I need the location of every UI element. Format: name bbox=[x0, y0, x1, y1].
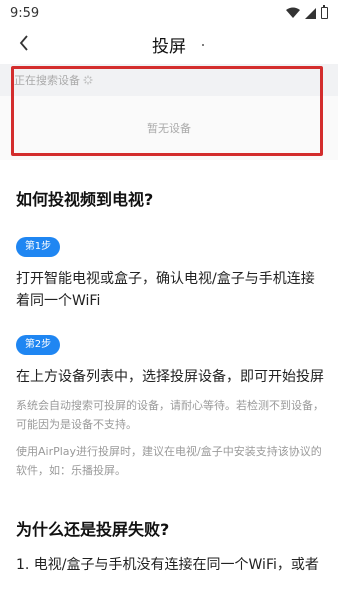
step-2-text: 在上方设备列表中，选择投屏设备，即可开始投屏 bbox=[16, 369, 324, 385]
decorative-dot bbox=[202, 44, 204, 46]
back-button[interactable] bbox=[12, 31, 36, 55]
step-1-badge: 第1步 bbox=[16, 237, 60, 257]
step-2-badge: 第2步 bbox=[16, 335, 60, 355]
chevron-left-icon bbox=[19, 35, 28, 51]
highlight-box bbox=[11, 66, 323, 156]
page-title: 投屏 bbox=[152, 36, 186, 57]
status-time: 9:59 bbox=[10, 5, 40, 21]
failure-item-1: 1. 电视/盒子与手机没有连接在同一个WiFi，或者 bbox=[16, 557, 319, 573]
note-1: 系统会自动搜索可投屏的设备，请耐心等待。若检测不到设备，可能因为是设备不支持。 bbox=[16, 399, 324, 431]
note-2: 使用AirPlay进行投屏时，建议在电视/盒子中安装支持该协议的软件，如：乐播投… bbox=[16, 445, 322, 477]
step-2: 第2步 在上方设备列表中，选择投屏设备，即可开始投屏 bbox=[16, 332, 326, 388]
step-1-text: 打开智能电视或盒子，确认电视/盒子与手机连接着同一个WiFi bbox=[16, 271, 315, 309]
step-1: 第1步 打开智能电视或盒子，确认电视/盒子与手机连接着同一个WiFi bbox=[16, 234, 326, 312]
battery-icon bbox=[321, 5, 328, 19]
wifi-icon bbox=[286, 7, 300, 18]
failure-title: 为什么还是投屏失败? bbox=[16, 520, 170, 539]
nav-bar: 投屏 bbox=[0, 26, 338, 62]
status-icons bbox=[286, 5, 328, 19]
guide-title: 如何投视频到电视? bbox=[16, 190, 154, 209]
signal-icon bbox=[305, 7, 316, 19]
status-bar: 9:59 bbox=[0, 0, 338, 26]
guide-content: 如何投视频到电视? 第1步 打开智能电视或盒子，确认电视/盒子与手机连接着同一个… bbox=[16, 186, 326, 576]
